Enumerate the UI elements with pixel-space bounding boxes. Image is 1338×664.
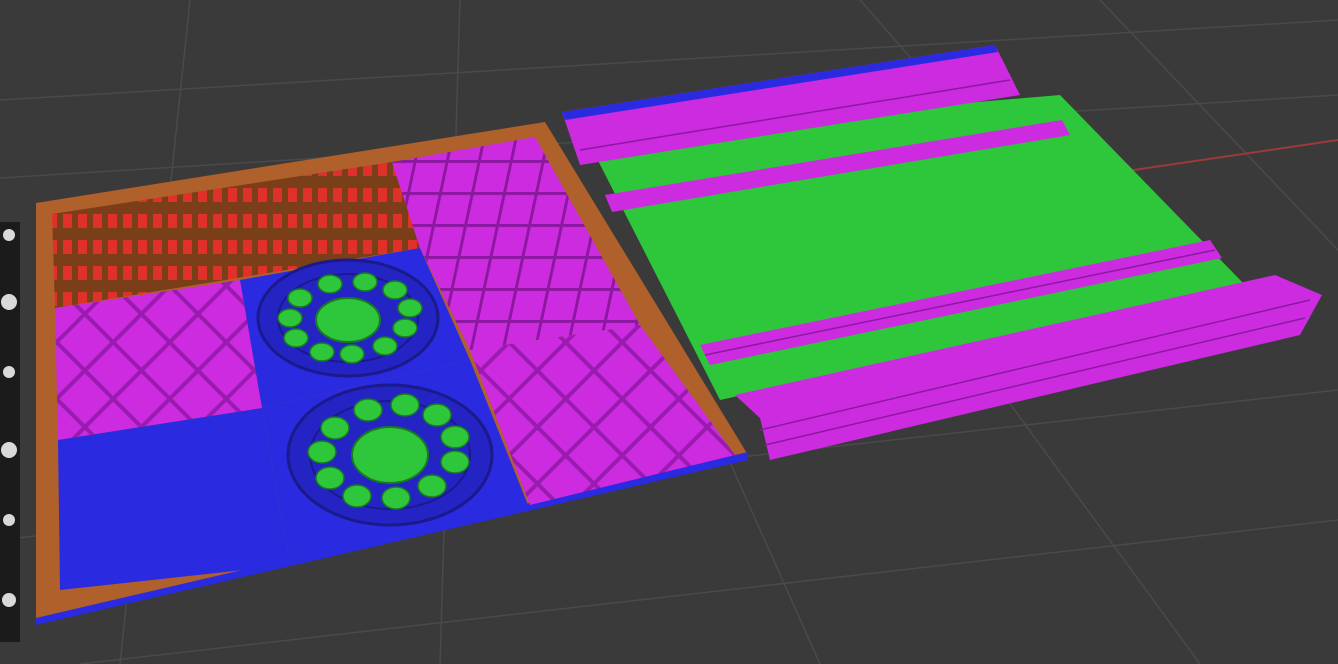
blue-tile-bottom-left xyxy=(58,408,290,590)
x-axis-line xyxy=(1099,139,1338,176)
3d-viewport[interactable] xyxy=(0,0,1338,664)
circle-pattern-top xyxy=(256,258,440,378)
floral-side-panel xyxy=(0,222,20,642)
circle-pattern-bottom xyxy=(286,383,494,527)
